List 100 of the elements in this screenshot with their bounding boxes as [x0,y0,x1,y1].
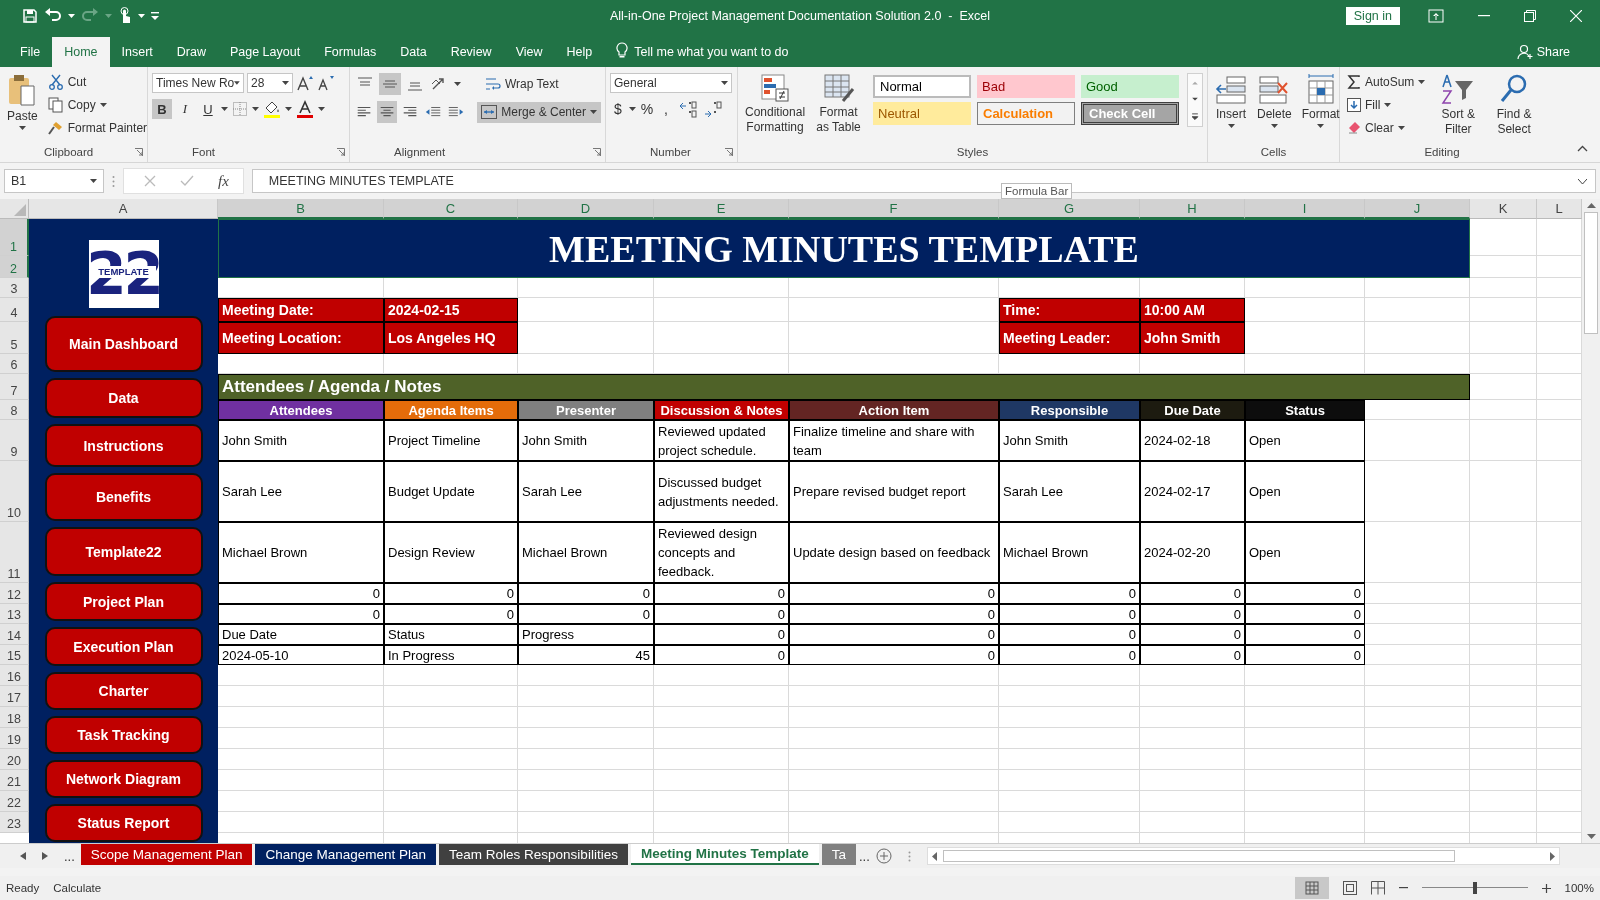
row-header[interactable]: 21 [0,770,29,791]
percent-button[interactable]: % [639,99,655,119]
menu-tab[interactable]: Home [52,37,110,67]
caret-icon[interactable] [285,107,292,111]
row-header[interactable]: 6 [0,354,29,374]
menu-tab[interactable]: Draw [164,37,218,67]
column-header[interactable]: G [999,199,1140,219]
collapse-ribbon-icon[interactable] [1577,145,1588,152]
zoom-level[interactable]: 100% [1564,882,1594,894]
sheet-tab[interactable]: Ta [821,844,856,865]
more-icon[interactable] [1189,111,1201,123]
sheet-tab[interactable]: Scope Management Plan [80,844,253,865]
row-header[interactable]: 15 [0,645,29,665]
cell-style[interactable]: Bad [977,75,1075,98]
undo-icon[interactable] [44,7,62,24]
column-header[interactable]: E [654,199,789,219]
paste-button[interactable]: Paste [4,71,41,142]
arrow-left-icon[interactable] [931,851,937,861]
normal-view-icon[interactable] [1294,877,1329,899]
nav-button[interactable]: Charter [44,672,203,710]
nav-button[interactable]: Main Dashboard [44,316,203,372]
decrease-decimal-icon[interactable] [702,99,724,119]
cell-style[interactable]: Good [1081,75,1179,98]
nav-button[interactable]: Task Tracking [44,716,203,754]
caret-icon[interactable] [221,107,228,111]
row-header[interactable]: 8 [0,400,29,420]
arrow-up-icon[interactable] [1586,203,1596,208]
row-header[interactable]: 17 [0,686,29,707]
currency-button[interactable]: $ [610,99,626,119]
row-header[interactable]: 12 [0,583,29,604]
horizontal-scrollbar[interactable] [926,847,1560,865]
zoom-in-icon[interactable] [1541,883,1551,893]
nav-button[interactable]: Instructions [44,424,203,467]
fill-button[interactable]: Fill [1344,94,1429,115]
cell-style[interactable]: Neutral [873,102,971,125]
conditional-formatting-button[interactable]: Conditional Formatting [742,71,809,142]
underline-button[interactable]: U [198,99,218,119]
format-as-table-button[interactable]: Format as Table [812,71,865,142]
shrink-font-icon[interactable] [317,74,335,92]
row-header[interactable]: 13 [0,604,29,624]
row-header[interactable]: 11 [0,522,29,583]
sign-in-button[interactable]: Sign in [1345,6,1400,25]
row-header[interactable]: 3 [0,278,29,298]
scroll-thumb[interactable] [1584,212,1598,334]
font-name-field[interactable]: Times New Ro [152,73,244,93]
row-header[interactable]: 19 [0,728,29,749]
next-sheet-icon[interactable] [42,852,48,860]
zoom-slider[interactable] [1421,882,1528,894]
delete-cells-button[interactable]: Delete [1254,71,1295,142]
arrow-down-icon[interactable] [1586,834,1596,839]
more-sheets-button[interactable]: ... [858,848,870,864]
nav-button[interactable]: Template22 [44,527,203,576]
menu-tab[interactable]: Page Layout [217,37,313,67]
column-header[interactable]: L [1537,199,1582,219]
dialog-launcher-icon[interactable] [725,148,733,156]
save-icon[interactable] [22,7,38,24]
row-header[interactable]: 14 [0,624,29,645]
menu-tab[interactable]: File [8,37,53,67]
nav-button[interactable]: Project Plan [44,582,203,621]
column-header[interactable]: H [1140,199,1245,219]
copy-button[interactable]: Copy [44,94,151,115]
dialog-launcher-icon[interactable] [337,148,345,156]
row-header[interactable]: 1 [0,219,29,256]
sheet-tab[interactable]: Meeting Minutes Template [630,844,819,865]
insert-cells-button[interactable]: Insert [1212,71,1250,142]
find-select-button[interactable]: Find & Select [1488,71,1540,142]
customize-icon[interactable] [151,11,159,20]
nav-button[interactable]: Network Diagram [44,760,203,798]
row-header[interactable]: 10 [0,461,29,522]
nav-button[interactable]: Status Report [44,804,203,842]
nav-button[interactable]: Data [44,378,203,418]
menu-tab[interactable]: Review [438,37,504,67]
column-header[interactable]: I [1245,199,1365,219]
column-header[interactable]: F [789,199,999,219]
row-header[interactable]: 2 [0,256,29,278]
row-header[interactable]: 16 [0,665,29,686]
tell-me-search[interactable]: Tell me what you want to do [634,37,789,67]
row-header[interactable]: 9 [0,420,29,461]
add-sheet-icon[interactable] [875,848,892,864]
ribbon-display-icon[interactable] [1428,8,1444,23]
column-header[interactable]: B [218,199,384,219]
menu-tab[interactable]: Data [388,37,439,67]
row-header[interactable]: 22 [0,791,29,812]
row-header[interactable]: 18 [0,707,29,728]
wrap-text-button[interactable]: Wrap Text [482,73,562,95]
sort-filter-button[interactable]: Sort & Filter [1432,71,1485,142]
caret-icon[interactable] [252,107,259,111]
merge-center-button[interactable]: Merge & Center [477,101,601,123]
format-painter-button[interactable]: Format Painter [44,117,151,138]
dialog-launcher-icon[interactable] [593,148,601,156]
grow-font-icon[interactable] [296,74,314,92]
increase-decimal-icon[interactable] [677,99,699,119]
scroll-thumb[interactable] [942,850,1455,862]
cell-style[interactable]: Normal [873,75,971,98]
font-color-icon[interactable] [295,99,315,119]
column-header[interactable]: A [29,199,218,219]
font-size-field[interactable]: 28 [247,73,293,93]
more-sheets-button[interactable]: ... [64,848,75,864]
nav-button[interactable]: Execution Plan [44,627,203,666]
menu-tab[interactable]: View [503,37,555,67]
